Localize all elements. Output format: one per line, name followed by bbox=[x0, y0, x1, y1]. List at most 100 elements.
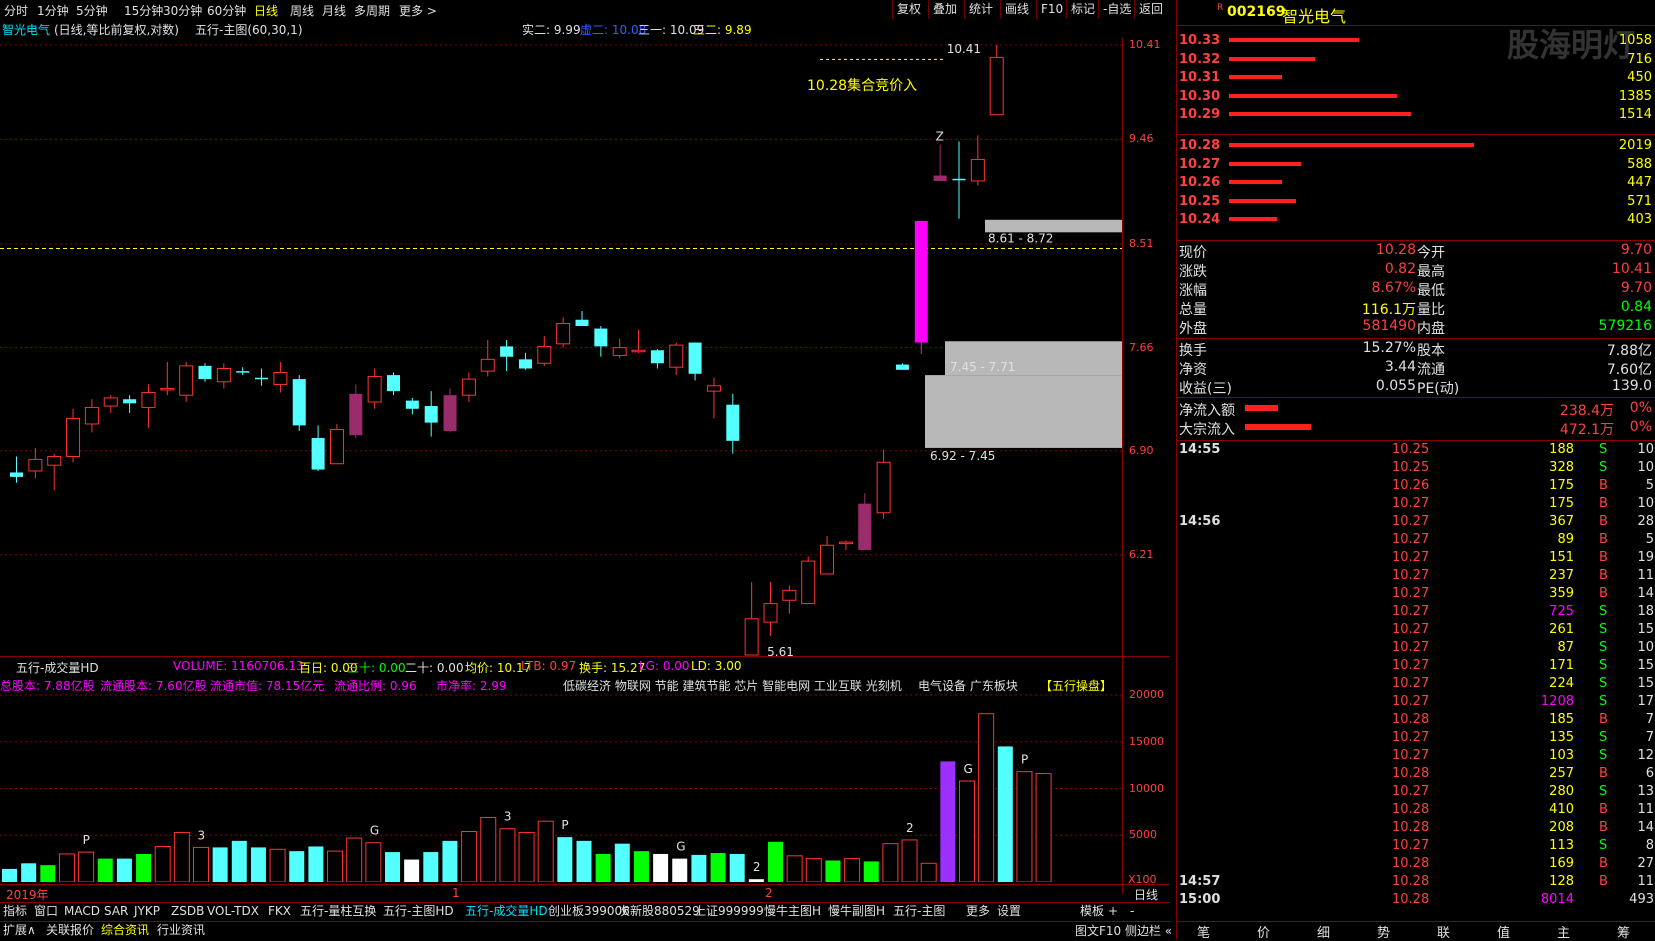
stat-value: 0.82 bbox=[1384, 261, 1416, 277]
stat-label: 内盘 bbox=[1417, 321, 1445, 337]
indicator-tab-0[interactable]: 指标 bbox=[3, 903, 27, 920]
tick-row: 10.25 328 S 10 bbox=[1177, 460, 1655, 478]
candle-body bbox=[537, 345, 552, 364]
tick-price: 10.27 bbox=[1392, 496, 1430, 511]
indicator-tab-4[interactable]: JYKP bbox=[134, 903, 160, 920]
stat-label: 涨跌 bbox=[1179, 264, 1207, 280]
side-panel-toggle[interactable]: 图文F10 侧边栏 « bbox=[1075, 922, 1172, 939]
indicator-value-1: 虚二: 10.08 bbox=[580, 23, 647, 37]
indicator-tab-15[interactable]: 慢牛副图H bbox=[828, 903, 885, 920]
volume-bar bbox=[308, 846, 324, 882]
indicator-tab-6[interactable]: VOL-TDX bbox=[207, 903, 259, 920]
tick-price: 10.27 bbox=[1392, 640, 1430, 655]
bid-row[interactable]: 10.26 447 bbox=[1177, 175, 1655, 194]
tick-price: 10.25 bbox=[1392, 460, 1430, 475]
panel-tab-1[interactable]: 价 bbox=[1257, 922, 1270, 941]
ask-row[interactable]: 10.30 1385 bbox=[1177, 89, 1655, 108]
ask-row[interactable]: 10.31 450 bbox=[1177, 70, 1655, 89]
indicator-tab-5[interactable]: ZSDB bbox=[171, 903, 204, 920]
volume-indicator-label[interactable]: 五行-成交量HD bbox=[16, 659, 99, 676]
stat-label: 换手 bbox=[1179, 343, 1207, 359]
candle-body bbox=[688, 342, 702, 374]
indicator-tab-16[interactable]: 五行-主图 bbox=[893, 903, 945, 920]
tick-count: 15 bbox=[1637, 658, 1654, 673]
toolbar-btn-5[interactable]: 标记 bbox=[1066, 0, 1099, 19]
volume-mark-8: G bbox=[964, 762, 973, 776]
indicator-tab-10[interactable]: 五行-成交量HD bbox=[465, 903, 548, 920]
flow-row: 净流入额 238.4万 0% bbox=[1177, 400, 1655, 419]
toolbar-btn-4[interactable]: F10 bbox=[1036, 0, 1067, 19]
ask-row[interactable]: 10.32 716 bbox=[1177, 52, 1655, 71]
volume-bar bbox=[423, 852, 439, 882]
toolbar-btn-2[interactable]: 统计 bbox=[964, 0, 997, 19]
indicator-tab-20[interactable]: + bbox=[1108, 903, 1118, 920]
indicator-tab-8[interactable]: 五行-量柱互换 bbox=[300, 903, 376, 920]
toolbar-btn-0[interactable]: 复权 bbox=[892, 0, 925, 19]
toolbar-btn-6[interactable]: -自选 bbox=[1098, 0, 1135, 19]
panel-tabs: 笔价细势联值主筹 bbox=[1177, 921, 1655, 941]
tick-direction: S bbox=[1599, 604, 1608, 619]
toolbar-btn-7[interactable]: 返回 bbox=[1134, 0, 1167, 19]
indicator-tab-21[interactable]: - bbox=[1130, 903, 1134, 920]
indicator-tab-2[interactable]: MACD bbox=[64, 903, 100, 920]
tick-volume: 128 bbox=[1549, 874, 1574, 889]
volume-bar bbox=[231, 840, 247, 882]
flow-label: 大宗流入 bbox=[1179, 422, 1235, 438]
tick-row: 10.27 135 S 7 bbox=[1177, 730, 1655, 748]
bid-row[interactable]: 10.27 588 bbox=[1177, 157, 1655, 176]
volume-bar bbox=[863, 861, 879, 882]
volume-chart[interactable]: P 3 G 3 P G 2 2 G P bbox=[0, 685, 1122, 882]
candle-body bbox=[405, 400, 419, 409]
book-bar bbox=[1229, 198, 1297, 203]
info-tab-1[interactable]: 关联报价 bbox=[46, 922, 94, 939]
indicator-tab-13[interactable]: 上证999999 bbox=[694, 903, 764, 920]
indicator-tab-9[interactable]: 五行-主图HD bbox=[383, 903, 454, 920]
stat-label: 最高 bbox=[1417, 264, 1445, 280]
ask-row[interactable]: 10.33 1058 bbox=[1177, 33, 1655, 52]
book-bar bbox=[1229, 180, 1282, 184]
indicator-tab-12[interactable]: 次新股880529 bbox=[618, 903, 700, 920]
tick-volume: 87 bbox=[1557, 640, 1574, 655]
tick-count: 7 bbox=[1645, 730, 1654, 745]
bid-row[interactable]: 10.24 403 bbox=[1177, 212, 1655, 231]
tick-price: 10.28 bbox=[1392, 712, 1430, 727]
tick-row: 14:56 10.27 367 B 28 bbox=[1177, 514, 1655, 532]
indicator-tab-3[interactable]: SAR bbox=[104, 903, 128, 920]
volume-bar bbox=[136, 853, 152, 882]
volume-bar bbox=[518, 831, 535, 882]
panel-tab-3[interactable]: 势 bbox=[1377, 922, 1390, 941]
tick-direction: B bbox=[1599, 514, 1608, 529]
tick-count: 15 bbox=[1637, 622, 1654, 637]
indicator-tab-1[interactable]: 窗口 bbox=[34, 903, 58, 920]
info-tab-2[interactable]: 综合资讯 bbox=[101, 922, 149, 939]
ask-row[interactable]: 10.29 1514 bbox=[1177, 107, 1655, 126]
volume-bar bbox=[499, 828, 516, 882]
indicator-tab-17[interactable]: 更多 bbox=[966, 903, 990, 920]
volume-bar bbox=[442, 840, 458, 882]
toolbar-btn-3[interactable]: 画线 bbox=[1000, 0, 1033, 19]
book-volume: 1058 bbox=[1618, 33, 1652, 48]
candle-body bbox=[914, 220, 928, 343]
bid-row[interactable]: 10.28 2019 bbox=[1177, 138, 1655, 157]
tick-list[interactable]: 14:55 10.25 188 S 10 10.25 328 S 10 10.26 175 B 5 10.… bbox=[1177, 442, 1655, 912]
info-tab-0[interactable]: 扩展∧ bbox=[3, 922, 36, 939]
candle-body bbox=[838, 541, 853, 545]
panel-tab-2[interactable]: 细 bbox=[1317, 922, 1330, 941]
bid-row[interactable]: 10.25 571 bbox=[1177, 194, 1655, 213]
candlestick-chart[interactable]: 10.41 5.61 8.61 - 8.72 7.45 - 7.71 6.92 - 7.… bbox=[0, 38, 1122, 656]
candle-body bbox=[461, 378, 476, 396]
indicator-tab-14[interactable]: 慢牛主图H bbox=[764, 903, 821, 920]
indicator-label[interactable]: 五行-主图(60,30,1) bbox=[195, 21, 303, 38]
indicator-tab-18[interactable]: 设置 bbox=[997, 903, 1021, 920]
panel-tab-4[interactable]: 联 bbox=[1437, 922, 1450, 941]
panel-tab-6[interactable]: 主 bbox=[1557, 922, 1570, 941]
info-tab-3[interactable]: 行业资讯 bbox=[157, 922, 205, 939]
panel-tab-7[interactable]: 筹 bbox=[1617, 922, 1630, 941]
panel-tab-0[interactable]: 笔 bbox=[1197, 922, 1210, 941]
toolbar-btn-1[interactable]: 叠加 bbox=[928, 0, 961, 19]
indicator-tab-19[interactable]: 模板 bbox=[1080, 903, 1104, 920]
panel-tab-5[interactable]: 值 bbox=[1497, 922, 1510, 941]
indicator-tab-7[interactable]: FKX bbox=[268, 903, 291, 920]
tick-direction: S bbox=[1599, 622, 1608, 637]
tick-direction: S bbox=[1599, 658, 1608, 673]
